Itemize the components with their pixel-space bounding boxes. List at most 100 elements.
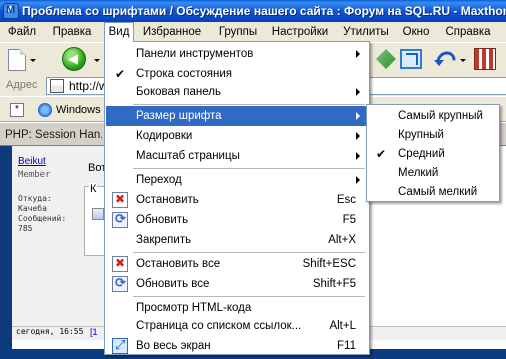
menu-item-refresh-all-label: Обновить все [136,278,210,290]
menu-item-pin-shortcut: Alt+X [328,234,356,246]
window-title: Проблема со шрифтами / Обсуждение нашего… [22,4,506,18]
menu-item-toolbars[interactable]: Панели инструментов [106,44,368,64]
menu-window[interactable]: Окно [396,22,436,42]
menu-separator [133,168,365,169]
menu-file[interactable]: Файл [2,22,42,42]
menu-item-view-source[interactable]: Просмотр HTML-кода [106,298,368,318]
address-label: Адрес [6,79,38,91]
menu-item-stop[interactable]: Остановить Esc [106,190,368,210]
menu-item-pin-label: Закрепить [136,234,192,246]
menu-item-refresh[interactable]: Обновить F5 [106,210,368,230]
menu-help[interactable]: Справка [438,22,498,42]
menu-utilities[interactable]: Утилиты [336,22,396,42]
menu-item-sidebar-label: Боковая панель [136,86,221,98]
menu-item-pin[interactable]: Закрепить Alt+X [106,230,368,250]
menu-favorites[interactable]: Избранное [136,22,208,42]
submenu-arrow-icon [356,50,360,58]
menu-separator [133,104,365,105]
posts-label: Сообщений: [18,214,67,223]
menu-favorites-label: Избранное [142,26,202,38]
menu-utilities-label: Утилиты [343,26,389,38]
author-link[interactable]: Beikut [18,156,46,167]
undo-close-icon[interactable] [432,47,456,71]
menu-item-font-size-label: Размер шрифта [136,110,222,122]
quote-image-icon [92,208,104,220]
link-windows[interactable]: Windows [56,104,101,116]
title-bar[interactable]: Проблема со шрифтами / Обсуждение нашего… [0,0,506,22]
author-info: Откуда: Качеба Сообщений: 785 [18,194,66,234]
submenu-arrow-icon [356,88,360,96]
menu-view-label: Вид [108,26,130,38]
stop-all-icon [112,256,128,272]
font-size-medium[interactable]: ✔ Средний [368,145,498,164]
font-size-smallest[interactable]: Самый мелкий [368,183,498,202]
menu-item-encodings-label: Кодировки [136,130,193,142]
menu-item-sidebar[interactable]: Боковая панель [106,82,368,102]
stop-icon [112,192,128,208]
menu-item-fullscreen-label: Во весь экран [136,340,211,352]
menu-item-refresh-label: Обновить [136,214,189,226]
menu-item-fullscreen-shortcut: F11 [337,340,356,352]
menu-item-stop-shortcut: Esc [336,194,356,206]
menu-separator [133,296,365,297]
back-dropdown-icon[interactable] [94,59,100,62]
tab-php-session[interactable]: PHP: Session Han... [2,125,102,145]
menu-item-links-page-shortcut: Alt+L [329,320,356,332]
font-size-small[interactable]: Мелкий [368,164,498,183]
post-footer-link[interactable]: [1 [90,327,98,337]
submenu-arrow-icon [356,112,360,120]
menu-item-page-zoom[interactable]: Масштаб страницы [106,146,368,166]
menu-edit[interactable]: Правка [44,22,100,42]
menu-item-encodings[interactable]: Кодировки [106,126,368,146]
from-value: Качеба [18,204,47,213]
back-icon[interactable] [62,47,86,71]
menu-item-status-bar[interactable]: ✔ Строка состояния [106,64,368,84]
menu-item-stop-all-shortcut: Shift+ESC [302,258,356,270]
new-page-dropdown-icon[interactable] [30,59,36,62]
submenu-arrow-icon [356,132,360,140]
fullscreen-icon [112,337,128,354]
menu-window-label: Окно [402,26,430,38]
checkmark-icon: ✔ [376,147,387,161]
font-size-medium-label: Средний [398,148,445,160]
new-page-icon[interactable] [8,49,26,71]
toolbar-menu-icon[interactable] [474,48,496,70]
submenu-arrow-icon [356,176,360,184]
menu-edit-label: Правка [52,26,92,38]
font-size-submenu: Самый крупный Крупный ✔ Средний Мелкий С… [366,104,500,202]
menu-item-refresh-all-shortcut: Shift+F5 [312,278,356,290]
refresh-icon [112,211,128,228]
menu-item-links-page-label: Страница со списком ссылок... [136,320,302,332]
menu-item-stop-all[interactable]: Остановить все Shift+ESC [106,254,368,274]
open-external-icon[interactable] [400,49,422,69]
ie-icon [38,103,52,117]
menu-groups[interactable]: Группы [210,22,266,42]
font-size-large[interactable]: Крупный [368,126,498,145]
menu-item-go-to[interactable]: Переход [106,170,368,190]
menu-item-refresh-all[interactable]: Обновить все Shift+F5 [106,274,368,294]
page-left-frame [0,146,12,359]
menu-settings[interactable]: Настройки [266,22,334,42]
from-label: Откуда: [18,194,52,203]
menu-item-fullscreen[interactable]: Во весь экран F11 [106,336,368,356]
font-size-smallest-label: Самый мелкий [398,186,478,198]
undo-dropdown-icon[interactable] [460,59,466,62]
font-size-largest[interactable]: Самый крупный [368,107,498,126]
menu-item-status-bar-label: Строка состояния [136,68,233,80]
menu-item-font-size[interactable]: Размер шрифта [106,106,368,126]
menu-item-go-to-label: Переход [136,174,182,186]
menu-item-refresh-shortcut: F5 [342,214,356,226]
menu-help-label: Справка [445,26,491,38]
menu-bar: Файл Правка Вид Избранное Группы Настрой… [0,22,506,42]
font-size-small-label: Мелкий [398,167,439,179]
submenu-arrow-icon [356,152,360,160]
menu-file-label: Файл [7,26,37,38]
add-favorite-icon[interactable]: * [10,103,24,117]
font-size-large-label: Крупный [398,129,444,141]
font-size-largest-label: Самый крупный [398,110,483,122]
menu-item-stop-all-label: Остановить все [136,258,221,270]
menu-view[interactable]: Вид [104,22,134,42]
maxthon-app-icon [3,3,19,19]
utility-icon[interactable] [376,49,396,69]
menu-item-links-page[interactable]: Страница со списком ссылок... Alt+L [106,316,368,336]
